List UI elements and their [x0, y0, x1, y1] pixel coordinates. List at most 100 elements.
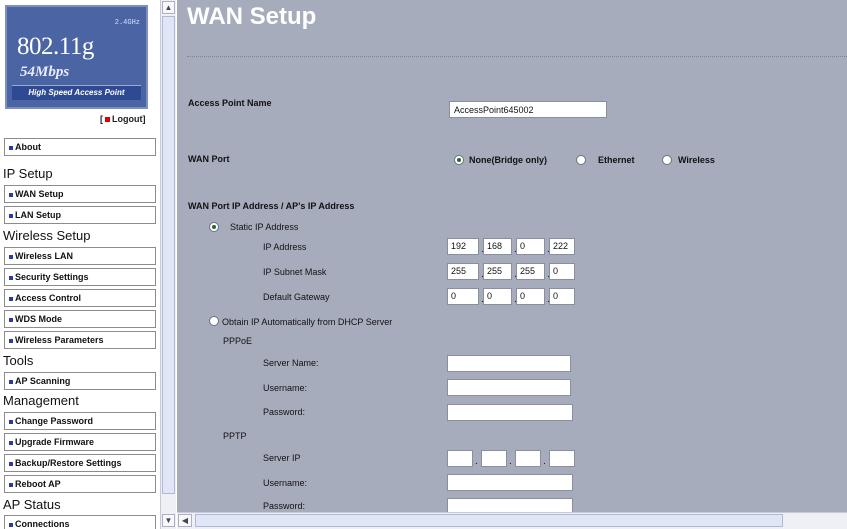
logout-link[interactable]: [Logout] [100, 114, 146, 124]
gateway-octet-1[interactable]: 0 [447, 288, 479, 305]
logout-label: Logout [112, 114, 143, 124]
wan-port-ethernet-radio[interactable] [576, 155, 586, 165]
ip-octet-3[interactable]: 0 [516, 238, 545, 255]
nav-item-label: Upgrade Firmware [15, 437, 95, 447]
nav-item-upgrade-firmware[interactable]: Upgrade Firmware [4, 433, 156, 451]
pppoe-password-input[interactable] [447, 404, 573, 421]
nav-item-security-settings[interactable]: Security Settings [4, 268, 156, 286]
wan-port-none-radio[interactable] [454, 155, 464, 165]
nav-item-about[interactable]: About [4, 138, 156, 156]
nav-item-label: Security Settings [15, 272, 89, 282]
octet-separator: . [543, 456, 546, 467]
nav-item-label: Change Password [15, 416, 94, 426]
pptp-ip-octet-4[interactable] [549, 450, 575, 467]
bullet-icon [9, 440, 13, 445]
subnet-octet-4[interactable]: 0 [549, 263, 575, 280]
bullet-icon [9, 296, 13, 301]
subnet-octet-1[interactable]: 255 [447, 263, 479, 280]
nav-item-access-control[interactable]: Access Control [4, 289, 156, 307]
nav-item-wireless-lan[interactable]: Wireless LAN [4, 247, 156, 265]
nav-item-ap-scanning[interactable]: AP Scanning [4, 372, 156, 390]
sidebar-scroll-thumb[interactable] [162, 16, 175, 494]
pppoe-server-input[interactable] [447, 355, 571, 372]
static-ip-radio[interactable] [209, 222, 219, 232]
subnet-label: IP Subnet Mask [263, 267, 327, 277]
bullet-icon [9, 145, 13, 150]
logo-standard: 802.11g [17, 33, 94, 60]
gateway-octet-3[interactable]: 0 [516, 288, 545, 305]
ip-octet-2[interactable]: 168 [483, 238, 512, 255]
dhcp-label: Obtain IP Automatically from DHCP Server [222, 317, 393, 327]
nav-item-label: WAN Setup [15, 189, 64, 199]
nav-item-label: LAN Setup [15, 210, 61, 220]
nav-item-label: Access Control [15, 293, 82, 303]
bullet-icon [9, 379, 13, 384]
nav-section-ap-status: AP Status [3, 497, 61, 512]
pptp-password-input[interactable] [447, 498, 573, 512]
bullet-icon [9, 192, 13, 197]
wan-port-wireless-radio[interactable] [662, 155, 672, 165]
nav-item-label: Wireless LAN [15, 251, 73, 261]
nav-section-management: Management [3, 393, 79, 408]
logout-icon [105, 116, 110, 122]
pppoe-username-input[interactable] [447, 379, 571, 396]
ap-name-label: Access Point Name [188, 98, 272, 108]
scroll-up-icon[interactable]: ▲ [162, 1, 175, 14]
nav-item-label: Connections [15, 519, 70, 529]
pptp-ip-octet-1[interactable] [447, 450, 473, 467]
scroll-left-icon[interactable]: ◀ [178, 514, 192, 527]
pptp-server-ip-label: Server IP [263, 453, 301, 463]
wan-port-ethernet-label: Ethernet [598, 155, 635, 165]
bullet-icon [9, 338, 13, 343]
nav-item-label: WDS Mode [15, 314, 62, 324]
wan-port-none-label: None(Bridge only) [469, 155, 547, 165]
pppoe-password-label: Password: [263, 407, 306, 417]
sidebar-scrollbar[interactable]: ▲ ▼ [160, 0, 176, 529]
nav-item-wds-mode[interactable]: WDS Mode [4, 310, 156, 328]
product-logo: 2.4GHz 802.11g 54Mbps High Speed Access … [5, 5, 148, 109]
bullet-icon [9, 482, 13, 487]
pptp-password-label: Password: [263, 501, 306, 511]
gateway-label: Default Gateway [263, 292, 330, 302]
dhcp-radio[interactable] [209, 316, 219, 326]
wan-port-label: WAN Port [188, 154, 230, 164]
nav-item-label: Reboot AP [15, 479, 61, 489]
gateway-octet-4[interactable]: 0 [549, 288, 575, 305]
main-content: WAN Setup Access Point Name WAN Port Non… [177, 0, 847, 512]
pppoe-username-label: Username: [263, 383, 308, 393]
horizontal-scrollbar[interactable]: ◀ [177, 512, 847, 529]
nav-item-connections[interactable]: Connections [4, 515, 156, 529]
bullet-icon [9, 317, 13, 322]
nav-item-change-password[interactable]: Change Password [4, 412, 156, 430]
horizontal-scroll-thumb[interactable] [195, 514, 783, 527]
scroll-down-icon[interactable]: ▼ [162, 514, 175, 527]
nav-section-ip-setup: IP Setup [3, 166, 53, 181]
pptp-ip-octet-2[interactable] [481, 450, 507, 467]
nav-item-label: Wireless Parameters [15, 335, 104, 345]
pptp-ip-octet-3[interactable] [515, 450, 541, 467]
ip-octet-4[interactable]: 222 [549, 238, 575, 255]
nav-item-label: Backup/Restore Settings [15, 458, 122, 468]
ap-name-input[interactable] [449, 101, 607, 118]
nav-item-backup-restore[interactable]: Backup/Restore Settings [4, 454, 156, 472]
ip-octet-1[interactable]: 192 [447, 238, 479, 255]
subnet-octet-2[interactable]: 255 [483, 263, 512, 280]
nav-item-wan-setup[interactable]: WAN Setup [4, 185, 156, 203]
static-ip-label: Static IP Address [230, 222, 299, 232]
bullet-icon [9, 254, 13, 259]
nav-item-reboot-ap[interactable]: Reboot AP [4, 475, 156, 493]
nav-item-lan-setup[interactable]: LAN Setup [4, 206, 156, 224]
gateway-octet-2[interactable]: 0 [483, 288, 512, 305]
pppoe-server-label: Server Name: [263, 358, 319, 368]
pptp-username-input[interactable] [447, 474, 573, 491]
subnet-octet-3[interactable]: 255 [516, 263, 545, 280]
ip-address-label: IP Address [263, 242, 307, 252]
bullet-icon [9, 461, 13, 466]
wan-port-wireless-label: Wireless [678, 155, 715, 165]
octet-separator: . [509, 456, 512, 467]
bullet-icon [9, 522, 13, 527]
nav-item-wireless-parameters[interactable]: Wireless Parameters [4, 331, 156, 349]
title-divider [187, 56, 847, 57]
bullet-icon [9, 275, 13, 280]
nav-item-label: About [15, 142, 41, 152]
